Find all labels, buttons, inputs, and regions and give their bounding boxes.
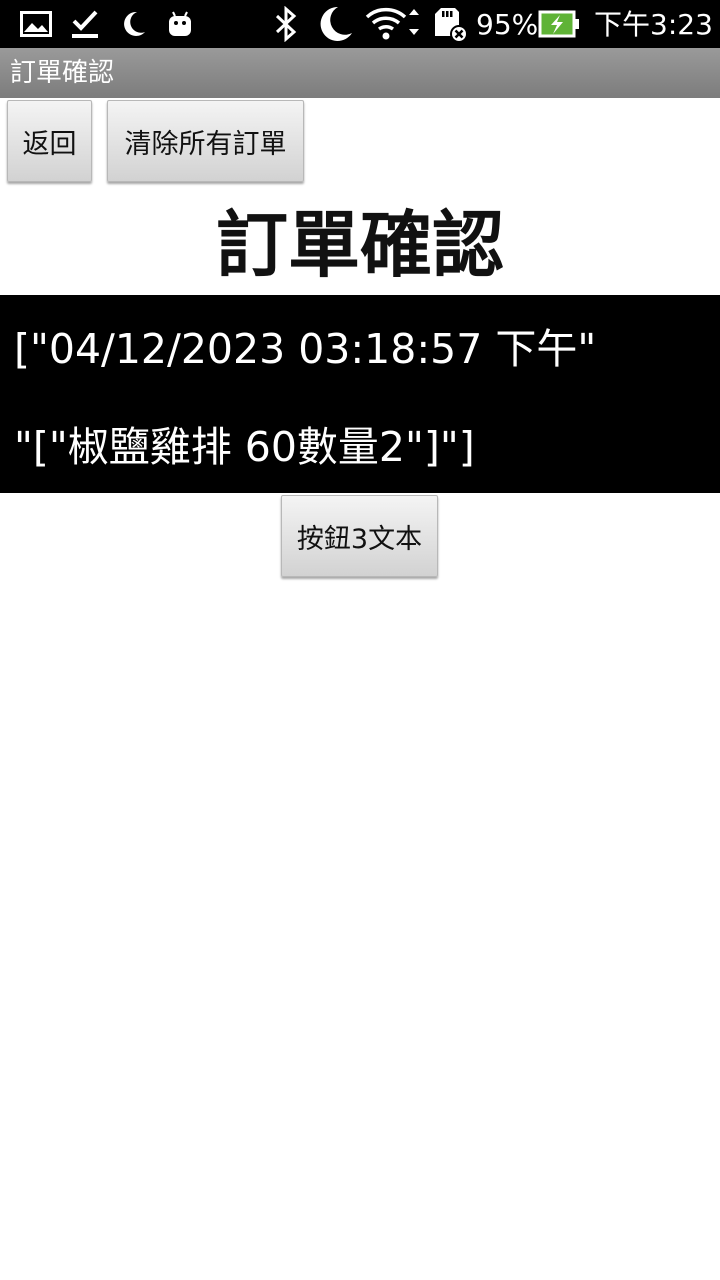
download-done-icon (72, 0, 98, 48)
battery-charging-icon (538, 0, 580, 48)
clear-all-orders-button[interactable]: 清除所有訂單 (107, 100, 304, 182)
moon-icon (120, 0, 146, 48)
clock: 下午3:23 (594, 8, 713, 41)
back-button[interactable]: 返回 (7, 100, 92, 182)
status-bar: 95% 下午3:23 (0, 0, 720, 48)
bluetooth-icon (274, 0, 298, 48)
sd-card-icon (433, 0, 469, 48)
wifi-icon (365, 0, 421, 48)
do-not-disturb-icon (316, 0, 354, 48)
order-items: "["椒鹽雞排 60數量2"]"] (14, 423, 475, 471)
action-bar-title: 訂單確認 (0, 48, 720, 98)
page-title: 訂單確認 (215, 203, 504, 287)
order-timestamp: ["04/12/2023 03:18:57 下午" (14, 325, 597, 373)
button3[interactable]: 按鈕3文本 (281, 495, 438, 577)
order-list: ["04/12/2023 03:18:57 下午" "["椒鹽雞排 60數量2"… (0, 295, 720, 493)
gallery-icon (20, 0, 52, 48)
android-icon (167, 0, 193, 48)
battery-percent: 95% (476, 8, 539, 41)
